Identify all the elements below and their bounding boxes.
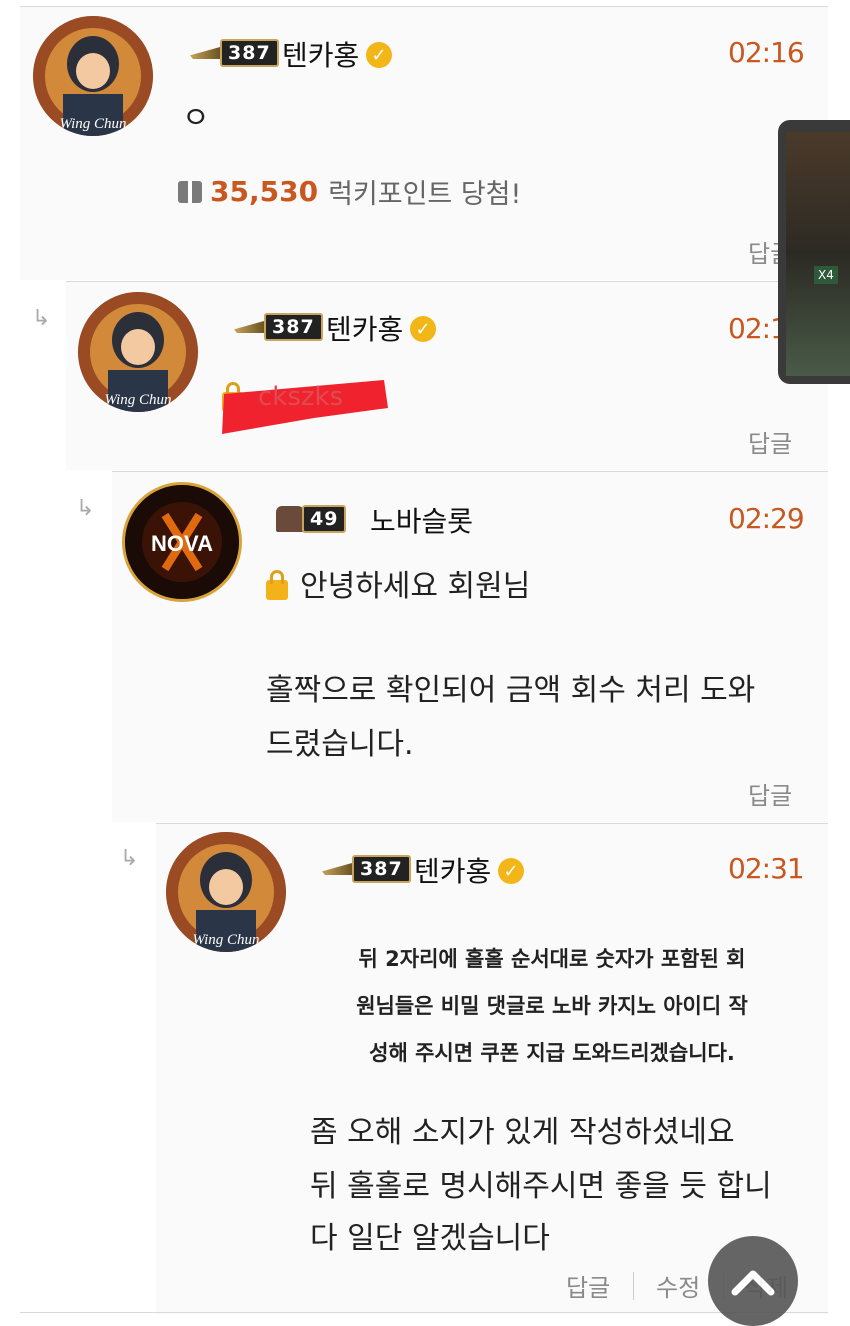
lucky-points-amount: 35,530 bbox=[210, 175, 319, 208]
level-badge: 387 bbox=[190, 39, 279, 67]
divider bbox=[156, 823, 828, 824]
avatar-image: Wing Chun bbox=[166, 832, 286, 952]
wing-icon bbox=[190, 47, 220, 59]
verified-icon: ✓ bbox=[366, 42, 392, 68]
reply-arrow-icon: ↳ bbox=[76, 496, 95, 521]
comment-body: ㅇ bbox=[182, 101, 210, 136]
gift-icon bbox=[178, 180, 202, 203]
video-frame bbox=[786, 132, 850, 376]
level-badge: 387 bbox=[234, 313, 323, 341]
avatar-image: Wing Chun bbox=[78, 292, 198, 412]
divider bbox=[66, 281, 828, 282]
quoted-notice-line-1: 뒤 2자리에 홀홀 순서대로 숫자가 포함된 회 bbox=[358, 947, 746, 971]
comment-body-line-1: 홀짝으로 확인되어 금액 회수 처리 도와 bbox=[266, 673, 756, 708]
action-separator bbox=[633, 1272, 634, 1300]
video-overlay-label: X4 bbox=[814, 266, 838, 284]
svg-text:Wing Chun: Wing Chun bbox=[104, 392, 171, 408]
wing-icon bbox=[234, 321, 264, 333]
verified-icon: ✓ bbox=[498, 858, 524, 884]
lock-icon bbox=[266, 570, 288, 600]
reply-button[interactable]: 답글 bbox=[566, 1268, 610, 1303]
quoted-notice-line-3: 성해 주시면 쿠폰 지급 도와드리겠습니다. bbox=[369, 1041, 735, 1065]
nova-logo: NOVA bbox=[125, 485, 239, 599]
timestamp: 02:16 bbox=[728, 36, 805, 69]
reply-button[interactable]: 답글 bbox=[748, 424, 792, 459]
comment-body-line-1: 좀 오해 소지가 있게 작성하셨네요 bbox=[310, 1115, 735, 1150]
comment-body-line-2: 드렸습니다. bbox=[266, 727, 414, 762]
verified-icon: ✓ bbox=[410, 316, 436, 342]
redaction-mark: ckszks bbox=[214, 374, 390, 438]
nova-avatar[interactable]: NOVA bbox=[122, 482, 242, 602]
level-badge: 387 bbox=[322, 855, 411, 883]
divider bbox=[20, 6, 828, 7]
level-emblem-icon bbox=[276, 506, 304, 532]
svg-text:Wing Chun: Wing Chun bbox=[59, 116, 126, 132]
reply-button[interactable]: 답글 bbox=[748, 776, 792, 811]
edit-button[interactable]: 수정 bbox=[656, 1268, 700, 1303]
nickname[interactable]: 텐카홍 bbox=[282, 34, 359, 74]
avatar[interactable]: Wing Chun bbox=[78, 292, 198, 412]
floating-video-thumbnail[interactable]: X4 bbox=[778, 120, 850, 384]
secret-comment-line: 안녕하세요 회원님 bbox=[300, 569, 531, 604]
avatar[interactable]: Wing Chun bbox=[166, 832, 286, 952]
nickname[interactable]: 노바슬롯 bbox=[370, 500, 473, 540]
level-number: 387 bbox=[264, 313, 323, 341]
reply-arrow-icon: ↳ bbox=[32, 306, 51, 331]
level-number: 387 bbox=[352, 855, 411, 883]
level-number: 49 bbox=[302, 505, 347, 533]
quoted-notice-line-2: 원님들은 비밀 댓글로 노바 카지노 아이디 작 bbox=[356, 994, 748, 1018]
comment-body-line-3: 다 일단 알겠습니다 bbox=[310, 1221, 550, 1256]
chevron-up-icon bbox=[731, 1270, 775, 1296]
comment-body-line-2: 뒤 홀홀로 명시해주시면 좋을 듯 합니 bbox=[310, 1169, 772, 1204]
svg-text:Wing Chun: Wing Chun bbox=[192, 932, 259, 948]
nickname[interactable]: 텐카홍 bbox=[414, 850, 491, 890]
divider bbox=[20, 1312, 828, 1313]
lucky-points-text: 럭키포인트 당첨! bbox=[328, 179, 522, 210]
divider bbox=[112, 471, 828, 472]
scroll-top-button[interactable] bbox=[708, 1236, 798, 1326]
avatar-image: Wing Chun bbox=[33, 16, 153, 136]
redacted-text: ckszks bbox=[258, 382, 344, 412]
level-badge: 49 bbox=[276, 505, 347, 533]
timestamp: 02:29 bbox=[728, 502, 805, 535]
lucky-points-row: 35,530 럭키포인트 당첨! bbox=[178, 172, 521, 211]
nickname[interactable]: 텐카홍 bbox=[326, 308, 403, 348]
avatar[interactable]: Wing Chun bbox=[33, 16, 153, 136]
wing-icon bbox=[322, 863, 352, 875]
level-number: 387 bbox=[220, 39, 279, 67]
svg-text:NOVA: NOVA bbox=[151, 531, 213, 556]
timestamp: 02:31 bbox=[728, 852, 805, 885]
reply-arrow-icon: ↳ bbox=[120, 846, 139, 871]
